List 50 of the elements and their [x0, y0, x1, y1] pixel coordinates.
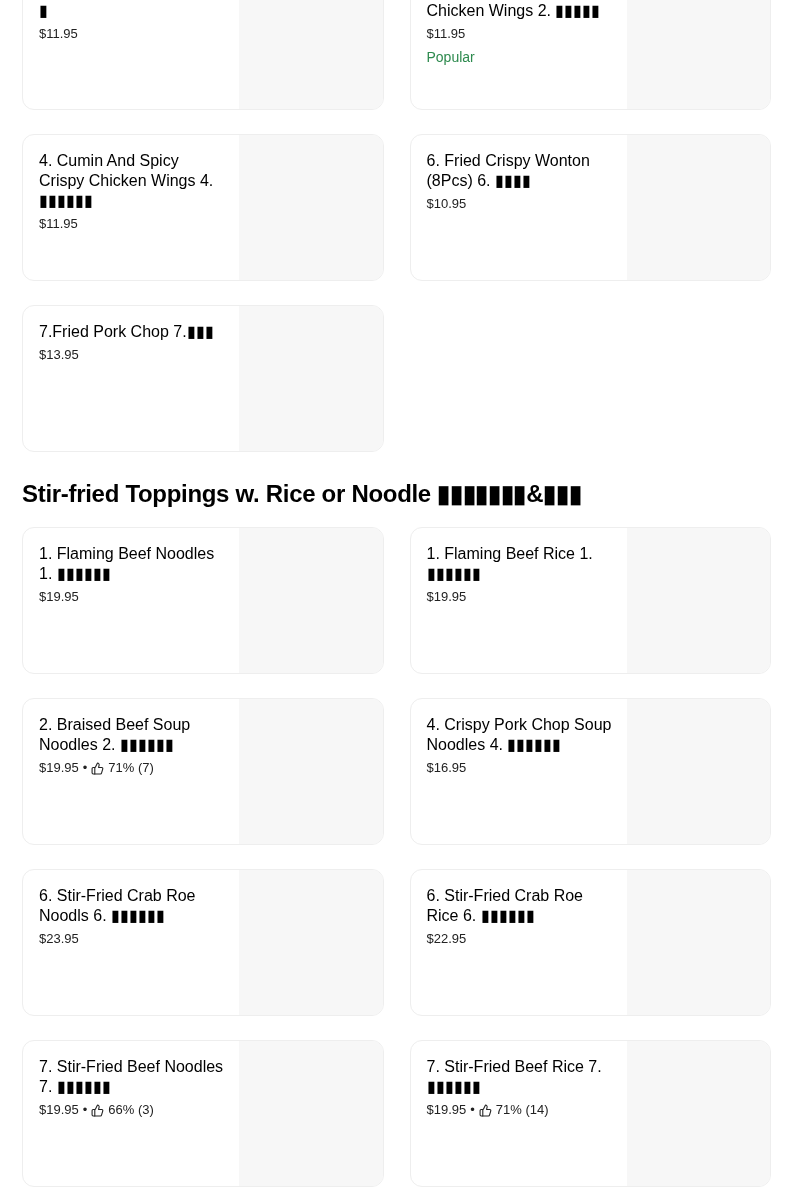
- item-name: 6. Fried Crispy Wonton (8Pcs) 6. ▮▮▮▮: [426, 151, 591, 191]
- menu-item-card[interactable]: 6. Fried Crispy Wonton (8Pcs) 6. ▮▮▮▮ $10.95: [409, 134, 771, 281]
- separator: •: [82, 759, 88, 777]
- item-price: $19.95: [39, 588, 79, 606]
- item-name: 2. Braised Beef Soup Noodles 2. ▮▮▮▮▮▮: [39, 715, 192, 755]
- item-price: $11.95: [426, 25, 466, 43]
- item-rating: 66% (3): [108, 1101, 154, 1119]
- item-rating: 71% (14): [495, 1101, 549, 1119]
- menu-item-card[interactable]: Chicken Wings 2. ▮▮▮▮▮ $11.95 Popular: [409, 0, 771, 110]
- menu-item-card[interactable]: 1. Flaming Beef Rice 1. ▮▮▮▮▮▮ $19.95: [409, 527, 771, 674]
- item-price: $13.95: [39, 346, 79, 364]
- item-name: Chicken Wings 2. ▮▮▮▮▮: [426, 1, 602, 21]
- menu-item-card[interactable]: 6. Stir-Fried Crab Roe Rice 6. ▮▮▮▮▮▮ $22.95: [409, 869, 771, 1016]
- item-rating: 71% (7): [108, 759, 154, 777]
- item-name: 7.Fried Pork Chop 7.▮▮▮: [39, 322, 215, 342]
- item-name: 6. Stir-Fried Crab Roe Rice 6. ▮▮▮▮▮▮: [426, 886, 584, 926]
- item-price: $11.95: [39, 215, 78, 233]
- menu-item-card[interactable]: ▮ $11.95: [22, 0, 384, 110]
- item-name: 4. Crispy Pork Chop Soup Noodles 4. ▮▮▮▮▮▮: [426, 715, 613, 755]
- item-name: 7. Stir-Fried Beef Noodles 7. ▮▮▮▮▮▮: [39, 1057, 225, 1097]
- menu-item-card[interactable]: 4. Cumin And Spicy Crispy Chicken Wings 4. ▮▮▮▮▮▮ $11.95: [22, 134, 384, 281]
- menu-item-card[interactable]: 7. Stir-Fried Beef Noodles 7. ▮▮▮▮▮▮ $19.95 • 66% (3): [22, 1040, 384, 1187]
- separator: •: [470, 1101, 475, 1119]
- item-name: 1. Flaming Beef Rice 1. ▮▮▮▮▮▮: [426, 544, 594, 584]
- menu-item-card[interactable]: 1. Flaming Beef Noodles 1. ▮▮▮▮▮▮ $19.95: [22, 527, 384, 674]
- item-price: $19.95: [39, 1101, 79, 1119]
- thumbs-up-icon: [478, 1103, 492, 1117]
- item-name: 7. Stir-Fried Beef Rice 7. ▮▮▮▮▮▮: [426, 1057, 603, 1097]
- item-price: $23.95: [39, 930, 79, 948]
- item-name: 1. Flaming Beef Noodles 1. ▮▮▮▮▮▮: [39, 544, 216, 584]
- item-name: 4. Cumin And Spicy Crispy Chicken Wings 4. ▮▮▮▮▮▮: [39, 151, 215, 211]
- item-price: $19.95: [426, 1101, 467, 1119]
- popular-label: Popular: [426, 48, 475, 67]
- item-price: $22.95: [426, 930, 467, 948]
- menu-item-card[interactable]: 6. Stir-Fried Crab Roe Noodls 6. ▮▮▮▮▮▮ $23.95: [22, 869, 384, 1016]
- item-price: $19.95: [39, 759, 79, 777]
- item-name: ▮: [39, 1, 49, 21]
- section-heading: Stir-fried Toppings w. Rice or Noodle ▮▮▮▮▮▮▮&▮▮▮: [22, 479, 583, 509]
- item-price: $16.95: [426, 759, 467, 777]
- menu-item-card[interactable]: 7.Fried Pork Chop 7.▮▮▮ $13.95: [22, 305, 384, 452]
- menu-item-card[interactable]: 7. Stir-Fried Beef Rice 7. ▮▮▮▮▮▮ $19.95 • 71% (14): [409, 1040, 771, 1187]
- item-price: $19.95: [426, 588, 467, 606]
- separator: •: [82, 1101, 88, 1119]
- thumbs-up-icon: [91, 761, 105, 775]
- menu-item-card[interactable]: 2. Braised Beef Soup Noodles 2. ▮▮▮▮▮▮ $19.95 • 71% (7): [22, 698, 384, 845]
- item-name: 6. Stir-Fried Crab Roe Noodls 6. ▮▮▮▮▮▮: [39, 886, 197, 926]
- thumbs-up-icon: [91, 1103, 105, 1117]
- item-price: $11.95: [39, 25, 78, 43]
- item-price: $10.95: [426, 195, 467, 213]
- menu-item-card[interactable]: 4. Crispy Pork Chop Soup Noodles 4. ▮▮▮▮▮▮ $16.95: [409, 698, 771, 845]
